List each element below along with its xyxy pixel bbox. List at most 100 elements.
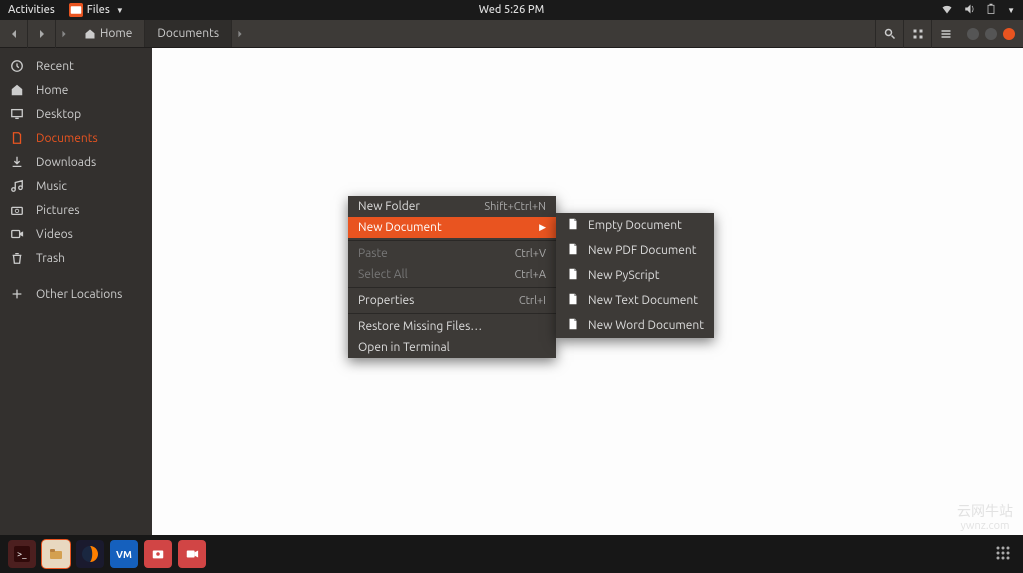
- breadcrumb-root-icon[interactable]: [56, 30, 72, 38]
- menu-item-label: Properties: [358, 294, 414, 307]
- submenu-new-text-document[interactable]: New Text Document: [556, 288, 714, 313]
- ctx-open-in-terminal[interactable]: Open in Terminal: [348, 337, 556, 358]
- breadcrumb: Home Documents: [56, 20, 248, 47]
- desktop-icon: [10, 107, 24, 121]
- dock: >_ VM: [0, 535, 1023, 573]
- home-icon: [10, 83, 24, 97]
- sidebar-item-label: Other Locations: [36, 288, 122, 301]
- sidebar-item-recent[interactable]: Recent: [0, 54, 152, 78]
- menu-item-label: New Document: [358, 221, 442, 234]
- close-button[interactable]: [1003, 28, 1015, 40]
- breadcrumb-more-icon[interactable]: [232, 30, 248, 38]
- download-icon: [10, 155, 24, 169]
- sidebar: Recent Home Desktop Documents Downloads Music…: [0, 48, 152, 535]
- svg-text:>_: >_: [17, 549, 27, 559]
- submenu-empty-document[interactable]: Empty Document: [556, 213, 714, 238]
- app-name-label: Files: [87, 4, 110, 16]
- menu-item-label: Paste: [358, 247, 388, 260]
- sidebar-item-home[interactable]: Home: [0, 78, 152, 102]
- document-icon: [566, 242, 580, 259]
- clock[interactable]: Wed 5:26 PM: [479, 4, 545, 16]
- submenu-new-word-document[interactable]: New Word Document: [556, 313, 714, 338]
- ctx-select-all: Select All Ctrl+A: [348, 264, 556, 285]
- minimize-button[interactable]: [967, 28, 979, 40]
- shortcut-label: Ctrl+V: [515, 248, 546, 260]
- submenu-item-label: New Text Document: [588, 294, 698, 307]
- trash-icon: [10, 251, 24, 265]
- sidebar-item-label: Trash: [36, 252, 65, 265]
- sidebar-item-downloads[interactable]: Downloads: [0, 150, 152, 174]
- activities-button[interactable]: Activities: [8, 4, 55, 16]
- volume-icon[interactable]: [963, 3, 975, 18]
- sidebar-item-label: Home: [36, 84, 68, 97]
- dock-recorder[interactable]: [178, 540, 206, 568]
- menu-separator: [348, 287, 556, 288]
- battery-icon[interactable]: [985, 3, 997, 18]
- clock-icon: [10, 59, 24, 73]
- system-topbar: Activities Files ▼ Wed 5:26 PM ▼: [0, 0, 1023, 20]
- back-button[interactable]: [0, 20, 28, 48]
- menu-item-label: Select All: [358, 268, 408, 281]
- hamburger-menu-button[interactable]: [931, 20, 959, 48]
- submenu-item-label: New PyScript: [588, 269, 659, 282]
- ctx-new-document[interactable]: New Document▶: [348, 217, 556, 238]
- ctx-properties[interactable]: Properties Ctrl+I: [348, 290, 556, 311]
- sidebar-item-desktop[interactable]: Desktop: [0, 102, 152, 126]
- dock-virtualbox[interactable]: VM: [110, 540, 138, 568]
- view-toggle-button[interactable]: [903, 20, 931, 48]
- dock-files[interactable]: [42, 540, 70, 568]
- sidebar-item-trash[interactable]: Trash: [0, 246, 152, 270]
- menu-item-label: New Folder: [358, 200, 420, 213]
- submenu-item-label: Empty Document: [588, 219, 682, 232]
- sidebar-other-locations[interactable]: Other Locations: [0, 282, 152, 306]
- show-applications-button[interactable]: [991, 541, 1015, 568]
- files-app-icon: [69, 3, 83, 17]
- maximize-button[interactable]: [985, 28, 997, 40]
- folder-content[interactable]: Folder is Empty New FolderShift+Ctrl+NNe…: [152, 48, 1023, 535]
- sidebar-item-label: Recent: [36, 60, 74, 73]
- shortcut-label: Ctrl+A: [515, 269, 546, 281]
- sidebar-item-label: Downloads: [36, 156, 96, 169]
- video-icon: [10, 227, 24, 241]
- document-icon: [10, 131, 24, 145]
- search-button[interactable]: [875, 20, 903, 48]
- chevron-down-icon: ▼: [116, 6, 124, 15]
- sidebar-item-label: Videos: [36, 228, 73, 241]
- submenu-new-pyscript[interactable]: New PyScript: [556, 263, 714, 288]
- plus-icon: [10, 287, 24, 301]
- dock-firefox[interactable]: [76, 540, 104, 568]
- ctx-paste: Paste Ctrl+V: [348, 243, 556, 264]
- sidebar-item-label: Music: [36, 180, 67, 193]
- chevron-down-icon[interactable]: ▼: [1007, 6, 1015, 15]
- shortcut-label: Ctrl+I: [519, 295, 546, 307]
- breadcrumb-label: Documents: [157, 27, 219, 40]
- sidebar-item-pictures[interactable]: Pictures: [0, 198, 152, 222]
- submenu-item-label: New Word Document: [588, 319, 704, 332]
- ctx-restore-missing-files-[interactable]: Restore Missing Files…: [348, 316, 556, 337]
- document-icon: [566, 267, 580, 284]
- context-submenu: Empty Document New PDF Document New PyScri…: [556, 213, 714, 338]
- dock-terminal[interactable]: >_: [8, 540, 36, 568]
- camera-icon: [10, 203, 24, 217]
- file-manager-toolbar: Home Documents: [0, 20, 1023, 48]
- music-icon: [10, 179, 24, 193]
- watermark: 云网牛站 ywnz.com: [957, 503, 1013, 533]
- sidebar-item-label: Desktop: [36, 108, 81, 121]
- network-icon[interactable]: [941, 3, 953, 18]
- sidebar-item-music[interactable]: Music: [0, 174, 152, 198]
- breadcrumb-home[interactable]: Home: [72, 20, 145, 47]
- sidebar-item-label: Pictures: [36, 204, 80, 217]
- submenu-new-pdf-document[interactable]: New PDF Document: [556, 238, 714, 263]
- dock-screenshot[interactable]: [144, 540, 172, 568]
- shortcut-label: Shift+Ctrl+N: [484, 201, 546, 213]
- home-icon: [84, 28, 96, 40]
- ctx-new-folder[interactable]: New Folder Shift+Ctrl+N: [348, 196, 556, 217]
- sidebar-item-documents[interactable]: Documents: [0, 126, 152, 150]
- context-menu: New Folder Shift+Ctrl+N New Document▶ Paste…: [348, 196, 556, 358]
- document-icon: [566, 292, 580, 309]
- document-icon: [566, 217, 580, 234]
- forward-button[interactable]: [28, 20, 56, 48]
- breadcrumb-documents[interactable]: Documents: [145, 20, 232, 47]
- sidebar-item-videos[interactable]: Videos: [0, 222, 152, 246]
- app-menu[interactable]: Files ▼: [69, 3, 124, 17]
